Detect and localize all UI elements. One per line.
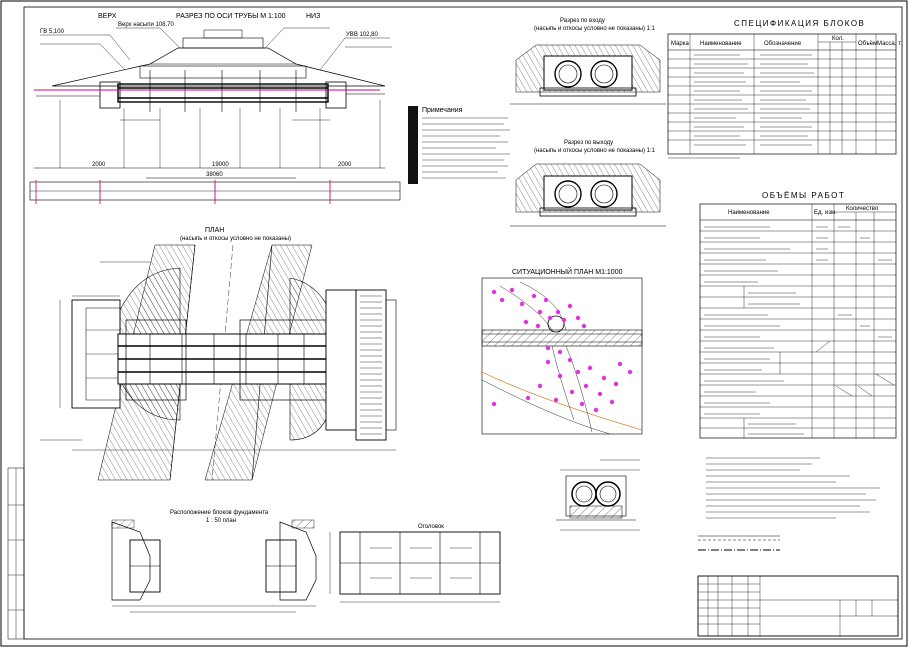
- profile-total-length: 38060: [206, 172, 223, 178]
- profile-right-title: НИЗ: [306, 13, 320, 20]
- spec-header-mark: Марка: [671, 41, 689, 47]
- profile-notes-title: Примечания: [422, 107, 463, 114]
- profile-mark-1: ГВ 5,100: [40, 29, 65, 35]
- drawing-sheet: ВЕРХ РАЗРЕЗ ПО ОСИ ТРУБЫ М 1:100 НИЗ ГВ …: [0, 0, 908, 647]
- inlet-section-sub: (насыпь и откосы условно не показаны) 1:…: [534, 26, 656, 32]
- situation-plan: СИТУАЦИОННЫЙ ПЛАН М1:1000: [481, 267, 643, 435]
- spec-header-code: Обозначение: [764, 41, 802, 47]
- situation-plan-title: СИТУАЦИОННЫЙ ПЛАН М1:1000: [512, 267, 623, 276]
- profile-segment-3: 2000: [338, 162, 352, 168]
- foundation-right-title: Оголовок: [418, 524, 444, 530]
- volume-table-title: ОБЪЁМЫ РАБОТ: [762, 191, 845, 200]
- volume-header-unit: Ед. изм.: [814, 210, 837, 216]
- spec-header-mass: Масса, т: [877, 41, 901, 47]
- profile-center-title: РАЗРЕЗ ПО ОСИ ТРУБЫ М 1:100: [176, 13, 286, 20]
- foundation-left-sub: 1 : 50 план: [206, 518, 236, 524]
- outlet-section-title: Разрез по выходу: [564, 140, 613, 146]
- volume-header-name: Наименование: [728, 210, 770, 216]
- spec-header-volume: Объём: [858, 41, 877, 47]
- profile-mark-2: УВВ 102,80: [346, 32, 378, 38]
- foundation-left-title: Расположение блоков фундамента: [170, 510, 269, 516]
- plan-title: ПЛАН: [205, 227, 224, 234]
- profile-left-title: ВЕРХ: [98, 13, 117, 20]
- plan-subtitle: (насыпь и откосы условно не показаны): [180, 236, 291, 242]
- volume-header-qty: Количество: [846, 206, 879, 212]
- inlet-section-title: Разрез по входу: [560, 18, 605, 24]
- profile-mark-3: Верх насыпи 108,70: [118, 22, 175, 28]
- outlet-section-sub: (насыпь и откосы условно не показаны) 1:…: [534, 148, 656, 154]
- spec-header-count: Кол.: [832, 36, 844, 42]
- profile-segment-1: 2000: [92, 162, 106, 168]
- spec-table-title: СПЕЦИФИКАЦИЯ БЛОКОВ: [734, 19, 865, 28]
- profile-segment-2: 19000: [212, 162, 229, 168]
- inlet-section: Разрез по входу (насыпь и откосы условно…: [510, 18, 666, 105]
- spec-header-name: Наименование: [700, 41, 742, 47]
